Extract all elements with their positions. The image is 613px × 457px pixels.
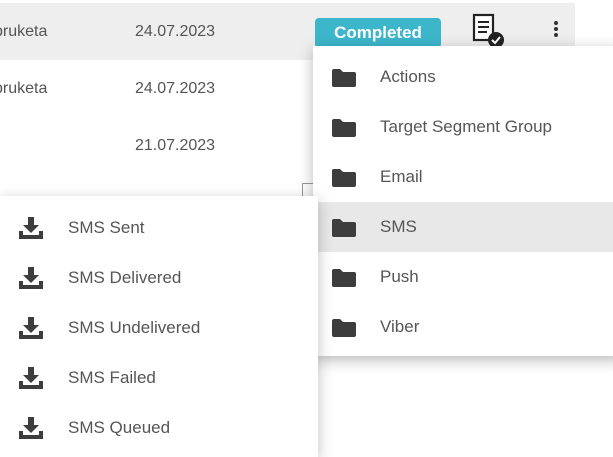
folder-icon (332, 69, 356, 87)
download-icon (19, 317, 43, 339)
download-icon (19, 217, 43, 239)
menu-item-label: Viber (380, 317, 420, 336)
menu-item-label: SMS Delivered (68, 268, 182, 287)
folder-icon (332, 269, 356, 287)
menu-item-sms-sent[interactable]: SMS Sent (0, 203, 318, 253)
campaign-name: pruketa (0, 23, 48, 40)
menu-item-push[interactable]: Push (313, 252, 613, 302)
more-options-icon[interactable] (548, 19, 564, 45)
campaign-date: 24.07.2023 (135, 80, 216, 97)
folder-icon (332, 219, 356, 237)
menu-item-label: SMS (380, 217, 417, 236)
menu-item-sms-queued[interactable]: SMS Queued (0, 403, 318, 453)
menu-item-label: SMS Undelivered (68, 318, 201, 337)
export-menu: Actions Target Segment Group Email SMS P… (313, 46, 613, 356)
folder-icon (332, 169, 356, 187)
sms-submenu: SMS Sent SMS Delivered SMS Undelivered S… (0, 196, 318, 457)
campaign-name: pruketa (0, 80, 48, 97)
menu-item-target-segment-group[interactable]: Target Segment Group (313, 102, 613, 152)
menu-item-label: Actions (380, 67, 436, 86)
menu-item-sms-undelivered[interactable]: SMS Undelivered (0, 303, 318, 353)
menu-item-label: Target Segment Group (380, 117, 552, 136)
download-icon (19, 417, 43, 439)
status-badge: Completed (315, 18, 441, 48)
menu-item-email[interactable]: Email (313, 152, 613, 202)
menu-item-sms[interactable]: SMS (313, 202, 613, 252)
download-icon (19, 367, 43, 389)
folder-icon (332, 319, 356, 337)
campaign-date: 21.07.2023 (135, 137, 216, 154)
menu-item-sms-delivered[interactable]: SMS Delivered (0, 253, 318, 303)
folder-icon (332, 119, 356, 137)
menu-item-actions[interactable]: Actions (313, 52, 613, 102)
menu-item-sms-failed[interactable]: SMS Failed (0, 353, 318, 403)
menu-item-viber[interactable]: Viber (313, 302, 613, 352)
menu-item-label: SMS Queued (68, 418, 171, 437)
campaign-date: 24.07.2023 (135, 23, 216, 40)
menu-item-label: Email (380, 167, 423, 186)
download-icon (19, 267, 43, 289)
menu-item-label: Push (380, 267, 419, 286)
menu-item-label: SMS Failed (68, 368, 156, 387)
menu-item-label: SMS Sent (68, 218, 145, 237)
